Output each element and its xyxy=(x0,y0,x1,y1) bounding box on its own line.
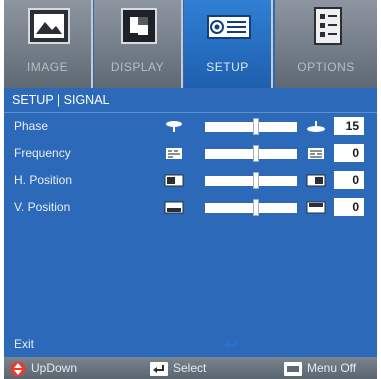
setting-label: H. Position xyxy=(14,173,73,187)
image-icon xyxy=(28,8,70,44)
setting-row-phase[interactable]: Phase 15 xyxy=(4,116,377,138)
setting-row-v-position[interactable]: V. Position 0 xyxy=(4,197,377,219)
setting-label: Frequency xyxy=(14,146,71,160)
frequency-value: 0 xyxy=(334,144,364,162)
phase-increase-icon[interactable] xyxy=(306,120,326,133)
tab-setup[interactable]: SETUP xyxy=(184,0,273,88)
phase-value: 15 xyxy=(334,117,364,135)
footer-select: Select xyxy=(150,360,206,376)
setting-row-frequency[interactable]: Frequency 0 xyxy=(4,143,377,165)
v-position-up-icon[interactable] xyxy=(306,201,326,214)
setting-label: Phase xyxy=(14,119,49,133)
footer-bar: UpDown Select Menu Off xyxy=(4,357,377,379)
frequency-increase-icon[interactable] xyxy=(306,147,326,160)
h-position-left-icon[interactable] xyxy=(164,174,184,187)
options-icon xyxy=(314,7,342,45)
osd-menu: IMAGE DISPLAY SETUP OPTIONS SETUP | SIGN… xyxy=(4,0,377,379)
breadcrumb: SETUP | SIGNAL xyxy=(12,93,110,107)
h-position-slider-handle[interactable] xyxy=(253,172,259,189)
v-position-down-icon[interactable] xyxy=(164,201,184,214)
enter-icon[interactable] xyxy=(223,338,239,350)
tab-label: SETUP xyxy=(206,60,249,74)
footer-menu-off-label: Menu Off xyxy=(307,361,357,375)
h-position-slider-track[interactable] xyxy=(205,176,297,186)
phase-decrease-icon[interactable] xyxy=(164,120,184,133)
setting-row-h-position[interactable]: H. Position 0 xyxy=(4,170,377,192)
frequency-slider-track[interactable] xyxy=(205,149,297,159)
h-position-value: 0 xyxy=(334,171,364,189)
v-position-slider-handle[interactable] xyxy=(253,199,259,216)
menu-key-icon xyxy=(284,361,302,376)
tab-label: OPTIONS xyxy=(297,60,355,74)
setting-label: V. Position xyxy=(14,200,71,214)
exit-menu-item[interactable]: Exit xyxy=(14,337,34,351)
footer-select-label: Select xyxy=(173,361,207,375)
tab-label: IMAGE xyxy=(26,60,69,74)
tab-bar: IMAGE DISPLAY SETUP OPTIONS xyxy=(4,0,377,88)
frequency-decrease-icon[interactable] xyxy=(164,147,184,160)
footer-updown-label: UpDown xyxy=(31,361,78,375)
frequency-slider-handle[interactable] xyxy=(253,145,259,162)
phase-slider-track[interactable] xyxy=(205,122,297,132)
tab-options[interactable]: OPTIONS xyxy=(275,0,377,88)
footer-menu-off: Menu Off xyxy=(284,360,356,376)
updown-icon xyxy=(10,361,26,377)
tab-display[interactable]: DISPLAY xyxy=(94,0,183,88)
divider xyxy=(4,112,377,113)
phase-slider-handle[interactable] xyxy=(253,118,259,135)
display-icon xyxy=(121,8,157,44)
h-position-right-icon[interactable] xyxy=(306,174,326,187)
tab-label: DISPLAY xyxy=(110,60,165,74)
footer-updown: UpDown xyxy=(10,360,78,377)
projector-icon xyxy=(207,15,251,39)
tab-image[interactable]: IMAGE xyxy=(4,0,93,88)
v-position-value: 0 xyxy=(334,198,364,216)
v-position-slider-track[interactable] xyxy=(205,203,297,213)
enter-key-icon xyxy=(150,361,168,376)
